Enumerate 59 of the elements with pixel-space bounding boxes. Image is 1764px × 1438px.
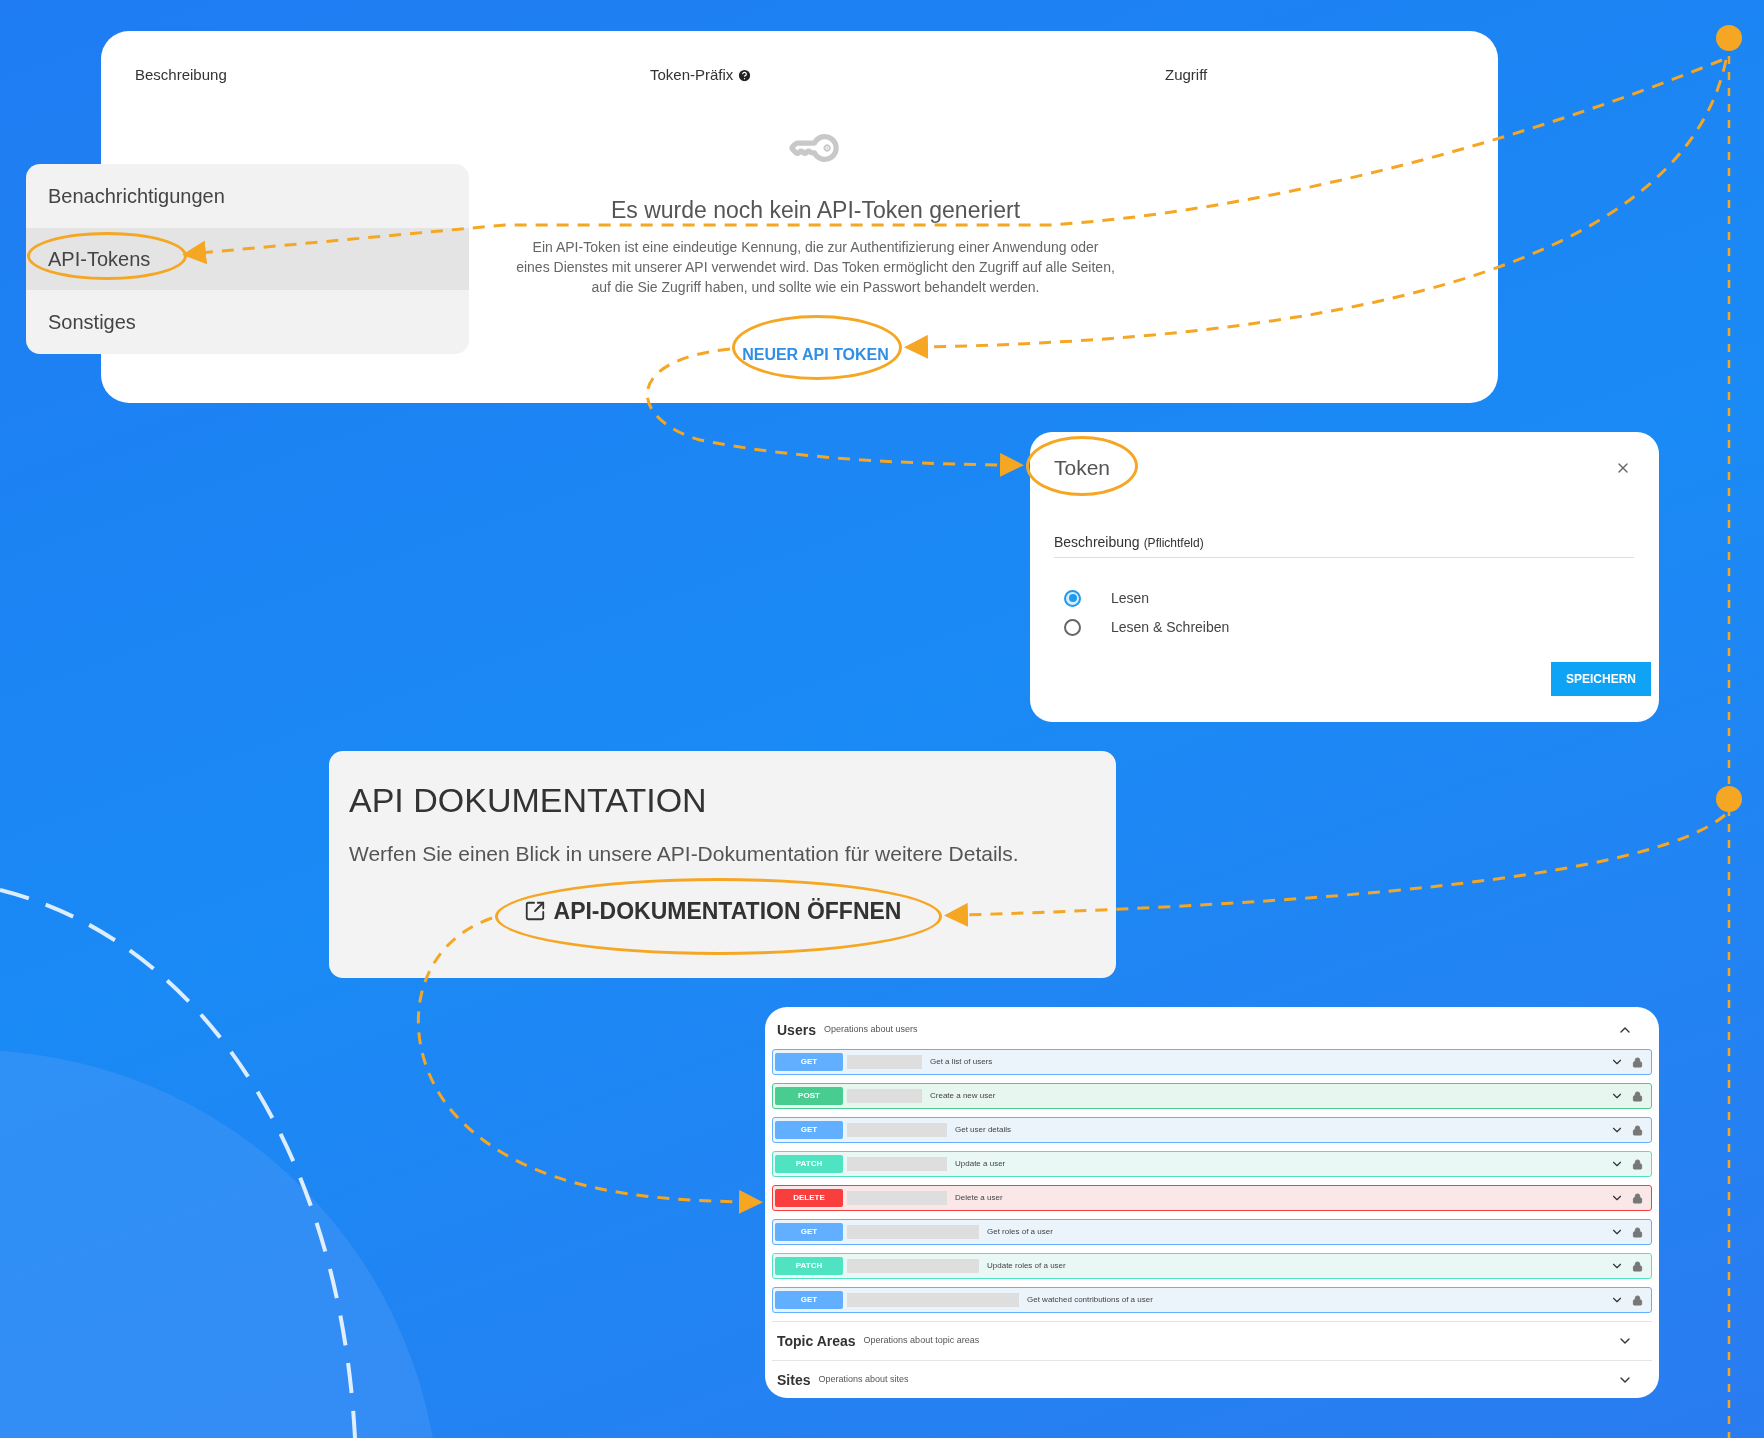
- lock-icon[interactable]: [1632, 1294, 1643, 1306]
- operation-summary: Create a new user: [930, 1090, 996, 1102]
- operation-row[interactable]: PATCH Update roles of a user: [772, 1253, 1652, 1279]
- group-description: Operations about topic areas: [863, 1334, 980, 1348]
- group-title: Users: [777, 1020, 816, 1040]
- help-icon[interactable]: [737, 67, 753, 83]
- docs-text: Werfen Sie einen Blick in unsere API-Dokumentation für weitere Details.: [349, 841, 1020, 867]
- operation-row[interactable]: GET Get user details: [772, 1117, 1652, 1143]
- operation-summary: Get watched contributions of a user: [1027, 1294, 1153, 1306]
- operation-summary: Get roles of a user: [987, 1226, 1053, 1238]
- lock-icon[interactable]: [1632, 1158, 1643, 1170]
- operation-summary: Get a list of users: [930, 1056, 993, 1068]
- operation-row[interactable]: DELETE Delete a user: [772, 1185, 1652, 1211]
- lock-icon[interactable]: [1632, 1226, 1643, 1238]
- field-label: Beschreibung: [1054, 532, 1140, 552]
- radio-label: Lesen & Schreiben: [1111, 617, 1230, 637]
- column-header: Beschreibung: [135, 65, 228, 85]
- method-badge: POST: [775, 1087, 843, 1105]
- operation-summary: Update roles of a user: [987, 1260, 1066, 1272]
- column-header: Zugriff: [1165, 65, 1208, 85]
- column-header: Token-Präfix: [650, 64, 1165, 87]
- method-badge: GET: [775, 1223, 843, 1241]
- dialog-title: Token: [1054, 455, 1111, 481]
- radio-button[interactable]: [1064, 618, 1081, 636]
- lock-icon[interactable]: [1632, 1192, 1643, 1204]
- method-badge: GET: [775, 1291, 843, 1309]
- field-hint: (Pflichtfeld): [1143, 534, 1204, 552]
- method-badge: DELETE: [775, 1189, 843, 1207]
- method-badge: GET: [775, 1053, 843, 1071]
- external-link-icon: [523, 899, 546, 922]
- operation-row[interactable]: GET Get a list of users: [772, 1049, 1652, 1075]
- description-field[interactable]: Beschreibung (Pflichtfeld): [1054, 531, 1634, 558]
- lock-icon[interactable]: [1632, 1260, 1643, 1272]
- sidebar-item[interactable]: Benachrichtigungen: [26, 165, 469, 228]
- lock-icon[interactable]: [1632, 1090, 1643, 1102]
- operation-row[interactable]: POST Create a new user: [772, 1083, 1652, 1109]
- group-description: Operations about sites: [818, 1373, 909, 1387]
- lock-icon[interactable]: [1632, 1056, 1643, 1068]
- operation-summary: Update a user: [955, 1158, 1006, 1170]
- lock-icon[interactable]: [1632, 1124, 1643, 1136]
- operation-summary: Get user details: [955, 1124, 1012, 1136]
- operation-row[interactable]: GET Get roles of a user: [772, 1219, 1652, 1245]
- method-badge: PATCH: [775, 1257, 843, 1275]
- group-title: Sites: [777, 1370, 811, 1390]
- operation-summary: Delete a user: [955, 1192, 1003, 1204]
- group-title: Topic Areas: [777, 1331, 856, 1351]
- empty-state-title: Es wurde noch kein API-Token generiert: [610, 196, 1021, 223]
- operation-row[interactable]: GET Get watched contributions of a user: [772, 1287, 1652, 1313]
- open-docs-button[interactable]: API-DOKUMENTATION ÖFFNEN: [523, 893, 902, 928]
- radio-label: Lesen: [1111, 588, 1150, 608]
- group-description: Operations about users: [823, 1023, 918, 1037]
- method-badge: GET: [775, 1121, 843, 1139]
- operation-row[interactable]: PATCH Update a user: [772, 1151, 1652, 1177]
- method-badge: PATCH: [775, 1155, 843, 1173]
- empty-state-text: Ein API-Token ist eine eindeutige Kennung, die zur Authentifizierung einer Anwendung oder eines Dienstes mit unserer API verwendet wird. Das Token ermöglicht den Zugriff auf alle Seiten, auf die Sie Zugriff haben, und sollte wie ein Passwort behandelt werden.: [515, 237, 1116, 297]
- radio-button[interactable]: [1064, 589, 1081, 607]
- sidebar-item[interactable]: API-Tokens: [26, 227, 469, 291]
- sidebar-item[interactable]: Sonstiges: [26, 290, 469, 353]
- docs-title: API DOKUMENTATION: [349, 780, 708, 821]
